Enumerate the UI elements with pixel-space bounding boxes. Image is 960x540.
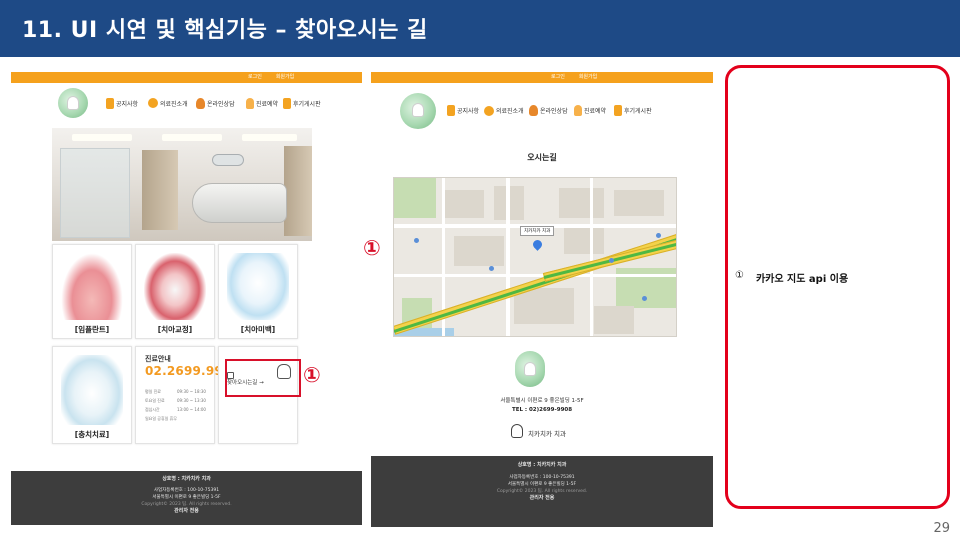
clinic-logo[interactable] bbox=[58, 88, 88, 118]
map-pin-label: 치카치카 치과 bbox=[520, 226, 555, 236]
nav-reservation[interactable]: 진료예약 bbox=[246, 97, 278, 109]
site-top-bar: 로그인 회원가입 bbox=[11, 72, 362, 83]
site-nav: 공지사항 의료진소개 온라인상담 진료예약 후기게시판 bbox=[11, 83, 362, 123]
nav-notice[interactable]: 공지사항 bbox=[447, 105, 479, 116]
page-number: 29 bbox=[933, 521, 950, 536]
service-card-whitening[interactable]: [치아미백] bbox=[218, 244, 298, 339]
signup-link[interactable]: 회원가입 bbox=[276, 73, 294, 80]
marker-1-map: ① bbox=[363, 236, 381, 260]
service-card-cavity[interactable]: [충치치료] bbox=[52, 346, 132, 444]
map-pin-icon[interactable] bbox=[531, 238, 544, 251]
clinic-address: 서울특별시 이편로 9 좋은빌딩 1-5F bbox=[500, 398, 584, 404]
orthodontics-image bbox=[144, 253, 206, 320]
whitening-image bbox=[227, 253, 289, 320]
shield-icon bbox=[484, 105, 494, 116]
person-icon bbox=[529, 105, 538, 116]
nav-consult[interactable]: 온라인상담 bbox=[196, 97, 235, 109]
nav-reviews[interactable]: 후기게시판 bbox=[283, 97, 321, 109]
login-link[interactable]: 로그인 bbox=[248, 73, 262, 80]
map-page-title: 오시는길 bbox=[527, 153, 557, 162]
service-card-orthodontics[interactable]: [치아교정] bbox=[135, 244, 215, 339]
nav-doctors[interactable]: 의료진소개 bbox=[148, 98, 188, 108]
slide-title: 11. UI 시연 및 핵심기능 – 찾아오시는 길 bbox=[22, 18, 428, 43]
nav-doctors[interactable]: 의료진소개 bbox=[484, 105, 524, 116]
signup-link[interactable]: 회원가입 bbox=[579, 73, 597, 80]
implant-image bbox=[61, 253, 123, 320]
tooth-icon bbox=[511, 424, 523, 438]
site-footer: 상호명 : 치카치카 치과 사업자등록번호 : 100-10-75391 서울특… bbox=[371, 456, 713, 527]
nav-reservation[interactable]: 진료예약 bbox=[574, 105, 606, 116]
login-link[interactable]: 로그인 bbox=[551, 73, 565, 80]
document-icon bbox=[283, 97, 291, 109]
tooth-icon bbox=[246, 97, 254, 109]
marker-1-home: ① bbox=[303, 363, 321, 387]
document-icon bbox=[614, 105, 622, 116]
admin-link[interactable]: 관리자 전용 bbox=[371, 495, 713, 502]
annotation-item-1: ① 카카오 지도 api 이용 bbox=[735, 270, 849, 285]
clinic-hours-card: 진료안내 02.2699.9908 평일 진료 09:30 ~ 18:30 토요일… bbox=[135, 346, 240, 444]
clinic-name: 치카치카 치과 bbox=[528, 430, 566, 438]
site-footer: 상호명 : 치카치카 치과 사업자등록번호 : 100-10-75391 서울특… bbox=[11, 471, 362, 525]
nav-reviews[interactable]: 후기게시판 bbox=[614, 105, 652, 116]
annotation-panel: ① 카카오 지도 api 이용 bbox=[725, 65, 950, 509]
document-icon bbox=[447, 105, 455, 116]
shield-icon bbox=[148, 98, 158, 108]
clinic-tel: TEL : 02)2699-9908 bbox=[511, 407, 573, 413]
slide-title-bar: 11. UI 시연 및 핵심기능 – 찾아오시는 길 bbox=[0, 0, 960, 57]
home-page-screenshot: 로그인 회원가입 공지사항 의료진소개 온라인상담 진료예약 후기게시판 [임플… bbox=[11, 72, 362, 525]
site-nav: 공지사항 의료진소개 온라인상담 진료예약 후기게시판 bbox=[371, 83, 713, 138]
person-icon bbox=[196, 97, 205, 109]
directions-highlight bbox=[225, 359, 301, 397]
cavity-image bbox=[61, 355, 123, 425]
document-icon bbox=[106, 97, 114, 109]
clinic-interior-photo bbox=[52, 128, 312, 241]
kakao-map[interactable]: 치카치카 치과 bbox=[393, 177, 677, 337]
admin-link[interactable]: 관리자 전용 bbox=[11, 508, 362, 515]
nav-notice[interactable]: 공지사항 bbox=[106, 97, 138, 109]
directions-page-screenshot: 로그인 회원가입 공지사항 의료진소개 온라인상담 진료예약 후기게시판 오시는… bbox=[371, 72, 713, 527]
service-card-implant[interactable]: [임플란트] bbox=[52, 244, 132, 339]
tooth-icon bbox=[574, 105, 582, 116]
clinic-logo-large bbox=[515, 351, 545, 387]
clinic-logo[interactable] bbox=[400, 93, 436, 129]
nav-consult[interactable]: 온라인상담 bbox=[529, 105, 568, 116]
site-top-bar: 로그인 회원가입 bbox=[371, 72, 713, 83]
